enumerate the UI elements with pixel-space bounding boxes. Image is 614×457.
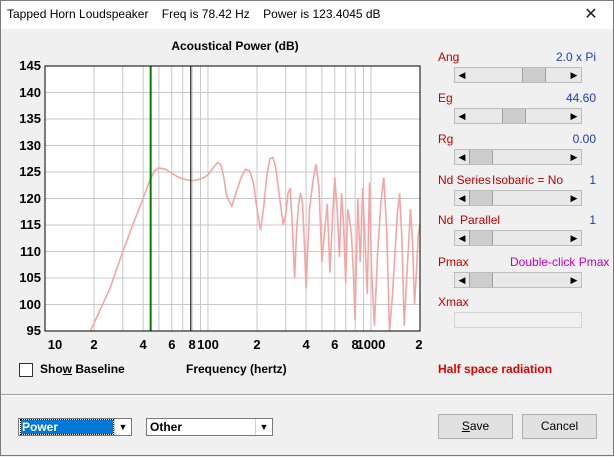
eg-slider-thumb[interactable] (502, 109, 527, 123)
divider (1, 394, 613, 396)
x-tick-label: 100 (197, 337, 219, 352)
half-space-status: Half space radiation (438, 362, 553, 376)
arrow-right-icon[interactable]: ▶ (567, 231, 581, 245)
x-tick-label: 6 (168, 337, 176, 352)
y-tick-label: 125 (19, 164, 41, 179)
other-select[interactable]: Other ▼ (146, 418, 273, 436)
ang-label: Ang (438, 50, 460, 64)
arrow-left-icon[interactable]: ◀ (455, 109, 469, 123)
pmax-note[interactable]: Double-click Pmax (510, 255, 609, 269)
arrow-right-icon[interactable]: ▶ (567, 68, 581, 82)
y-tick-label: 100 (19, 296, 41, 312)
y-tick-label: 120 (19, 190, 41, 206)
eg-label: Eg (438, 91, 453, 105)
plot-type-select[interactable]: Power ▼ (18, 418, 132, 436)
arrow-left-icon[interactable]: ◀ (455, 150, 469, 164)
nd-series-label: Nd Series (438, 173, 491, 187)
other-value: Other (150, 420, 183, 434)
cancel-button[interactable]: Cancel (522, 414, 597, 439)
arrow-right-icon[interactable]: ▶ (567, 191, 581, 205)
x-tick-label: 6 (331, 337, 339, 352)
y-tick-label: 95 (26, 323, 41, 338)
nd-parallel-slider[interactable]: ◀ ▶ (454, 230, 582, 246)
chevron-down-icon[interactable]: ▼ (255, 419, 272, 435)
nd-series-slider-thumb[interactable] (469, 191, 493, 205)
arrow-left-icon[interactable]: ◀ (455, 68, 469, 82)
x-tick-label: 2 (90, 337, 98, 352)
rg-value: 0.00 (572, 132, 596, 146)
chevron-down-icon[interactable]: ▼ (114, 419, 131, 435)
arrow-left-icon[interactable]: ◀ (455, 273, 469, 287)
x-tick-label: 4 (139, 337, 147, 352)
x-tick-label: 2 (253, 337, 261, 352)
nd-series-value: 1 (589, 173, 596, 187)
nd-parallel-label: Nd Parallel (438, 213, 501, 227)
save-button[interactable]: Save (438, 414, 513, 439)
arrow-right-icon[interactable]: ▶ (567, 150, 581, 164)
y-tick-label: 130 (19, 137, 41, 153)
show-baseline-label: Show Baseline (40, 362, 125, 376)
xmax-slider[interactable] (454, 312, 582, 328)
pmax-slider[interactable]: ◀ ▶ (454, 272, 582, 288)
nd-parallel-slider-thumb[interactable] (469, 231, 493, 245)
x-tick-label: 2 (415, 337, 423, 352)
arrow-right-icon[interactable]: ▶ (567, 109, 581, 123)
ang-slider[interactable]: ◀ ▶ (454, 67, 582, 83)
ang-value: 2.0 x Pi (555, 50, 596, 64)
x-axis-label: Frequency (hertz) (186, 362, 287, 376)
nd-series-note: Isobaric = No (492, 173, 564, 187)
y-tick-label: 105 (19, 270, 41, 285)
main-window: Tapped Horn Loudspeaker Freq is 78.42 Hz… (0, 0, 614, 456)
nd-parallel-value: 1 (589, 213, 596, 227)
y-tick-label: 145 (19, 58, 41, 73)
y-tick-label: 110 (20, 243, 41, 259)
pmax-slider-thumb[interactable] (469, 273, 493, 287)
eg-slider[interactable]: ◀ ▶ (454, 108, 582, 124)
x-tick-label: 8 (188, 337, 196, 352)
y-tick-label: 140 (19, 84, 41, 100)
arrow-left-icon[interactable]: ◀ (455, 191, 469, 205)
rg-label: Rg (438, 132, 454, 146)
checkbox-box[interactable] (19, 363, 33, 377)
xmax-label: Xmax (438, 295, 469, 309)
y-tick-label: 135 (19, 111, 41, 126)
plot-type-value: Power (20, 419, 114, 435)
x-tick-label: 1000 (356, 337, 386, 352)
x-tick-label: 4 (302, 337, 310, 352)
ang-slider-thumb[interactable] (522, 68, 547, 82)
arrow-right-icon[interactable]: ▶ (567, 273, 581, 287)
pmax-label: Pmax (438, 255, 469, 269)
eg-value: 44.60 (565, 91, 596, 105)
rg-slider-thumb[interactable] (469, 150, 493, 164)
x-tick-label: 10 (47, 337, 63, 352)
rg-slider[interactable]: ◀ ▶ (454, 149, 582, 165)
arrow-left-icon[interactable]: ◀ (455, 231, 469, 245)
y-tick-label: 115 (20, 217, 41, 232)
nd-series-slider[interactable]: ◀ ▶ (454, 190, 582, 206)
